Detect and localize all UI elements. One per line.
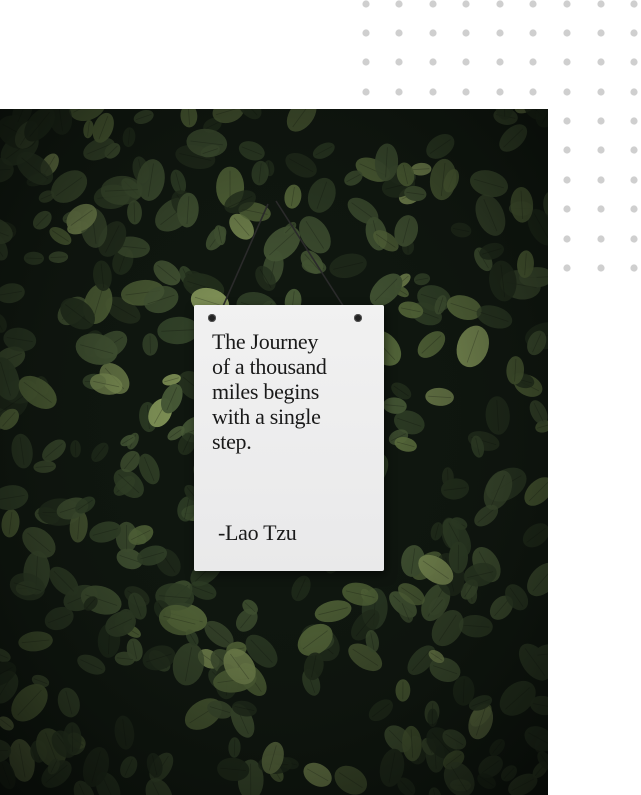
- grid-dot: [630, 264, 638, 272]
- quote-line: miles begins: [212, 379, 320, 404]
- grid-dot: [630, 58, 638, 66]
- grid-dot: [563, 264, 571, 272]
- grid-dot: [496, 0, 504, 8]
- sign-hole-left: [208, 314, 216, 322]
- grid-dot: [429, 58, 437, 66]
- grid-dot: [529, 88, 537, 96]
- grid-dot: [362, 29, 370, 37]
- grid-dot: [563, 58, 571, 66]
- grid-dot: [362, 0, 370, 8]
- grid-dot: [630, 117, 638, 125]
- grid-dot: [362, 88, 370, 96]
- grid-dot: [462, 58, 470, 66]
- grid-dot: [496, 29, 504, 37]
- grid-dot: [563, 205, 571, 213]
- grid-dot: [630, 235, 638, 243]
- grid-dot: [362, 58, 370, 66]
- quote-line: of a thousand: [212, 354, 327, 379]
- grid-dot: [462, 29, 470, 37]
- grid-dot: [563, 146, 571, 154]
- grid-dot: [395, 0, 403, 8]
- grid-dot: [630, 146, 638, 154]
- grid-dot: [597, 0, 605, 8]
- grid-dot: [429, 88, 437, 96]
- grid-dot: [630, 176, 638, 184]
- grid-dot: [597, 205, 605, 213]
- grid-dot: [563, 0, 571, 8]
- grid-dot: [597, 29, 605, 37]
- grid-dot: [496, 88, 504, 96]
- grid-dot: [630, 88, 638, 96]
- grid-dot: [563, 235, 571, 243]
- grid-dot: [429, 29, 437, 37]
- grid-dot: [630, 0, 638, 8]
- grid-dot: [597, 88, 605, 96]
- grid-dot: [630, 205, 638, 213]
- quote-sign: The Journey of a thousand miles begins w…: [194, 305, 384, 571]
- grid-dot: [597, 58, 605, 66]
- quote-author: -Lao Tzu: [218, 520, 297, 545]
- photo-frame: The Journey of a thousand miles begins w…: [0, 109, 548, 795]
- quote-line: The Journey: [212, 329, 319, 354]
- grid-dot: [395, 29, 403, 37]
- quote-line: step.: [212, 429, 252, 454]
- grid-dot: [563, 176, 571, 184]
- grid-dot: [462, 88, 470, 96]
- grid-dot: [597, 264, 605, 272]
- grid-dot: [496, 58, 504, 66]
- grid-dot: [462, 0, 470, 8]
- quote-text: The Journey of a thousand miles begins w…: [212, 329, 382, 454]
- grid-dot: [563, 29, 571, 37]
- grid-dot: [529, 29, 537, 37]
- quote-line: with a single: [212, 404, 321, 429]
- grid-dot: [597, 235, 605, 243]
- grid-dot: [395, 58, 403, 66]
- grid-dot: [597, 117, 605, 125]
- grid-dot: [563, 88, 571, 96]
- grid-dot: [395, 88, 403, 96]
- grid-dot: [597, 146, 605, 154]
- grid-dot: [630, 29, 638, 37]
- grid-dot: [529, 58, 537, 66]
- grid-dot: [563, 117, 571, 125]
- grid-dot: [529, 0, 537, 8]
- grid-dot: [429, 0, 437, 8]
- grid-dot: [597, 176, 605, 184]
- sign-hole-right: [354, 314, 362, 322]
